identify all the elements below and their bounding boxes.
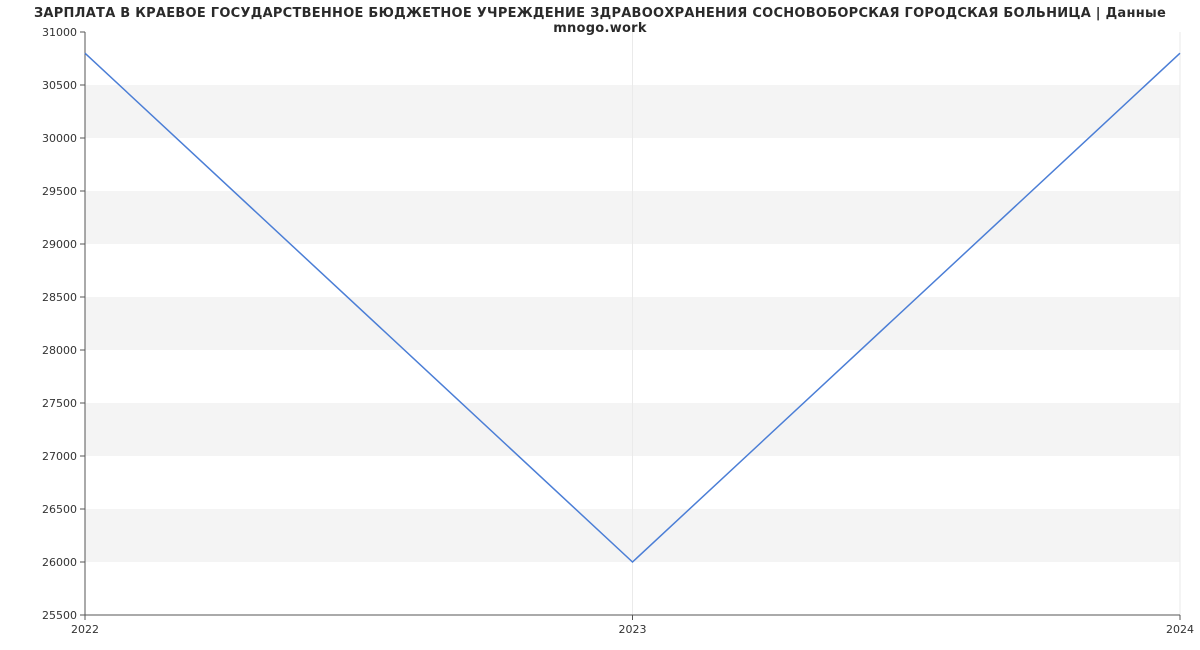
x-tick-label: 2024 (1166, 623, 1194, 636)
x-tick-label: 2023 (619, 623, 647, 636)
y-tick-label: 30000 (42, 132, 77, 145)
line-chart: 25500 26000 26500 27000 27500 28000 28500 29000… (0, 0, 1200, 650)
y-tick-label: 28000 (42, 344, 77, 357)
y-tick-label: 27000 (42, 450, 77, 463)
y-tick-label: 26000 (42, 556, 77, 569)
y-tick-label: 27500 (42, 397, 77, 410)
y-tick-label: 29000 (42, 238, 77, 251)
y-tick-label: 29500 (42, 185, 77, 198)
x-tick-label: 2022 (71, 623, 99, 636)
y-tick-label: 30500 (42, 79, 77, 92)
y-tick-label: 25500 (42, 609, 77, 622)
chart-title: ЗАРПЛАТА В КРАЕВОЕ ГОСУДАРСТВЕННОЕ БЮДЖЕ… (0, 6, 1200, 36)
y-tick-label: 28500 (42, 291, 77, 304)
y-tick-label: 26500 (42, 503, 77, 516)
chart-container: ЗАРПЛАТА В КРАЕВОЕ ГОСУДАРСТВЕННОЕ БЮДЖЕ… (0, 0, 1200, 650)
